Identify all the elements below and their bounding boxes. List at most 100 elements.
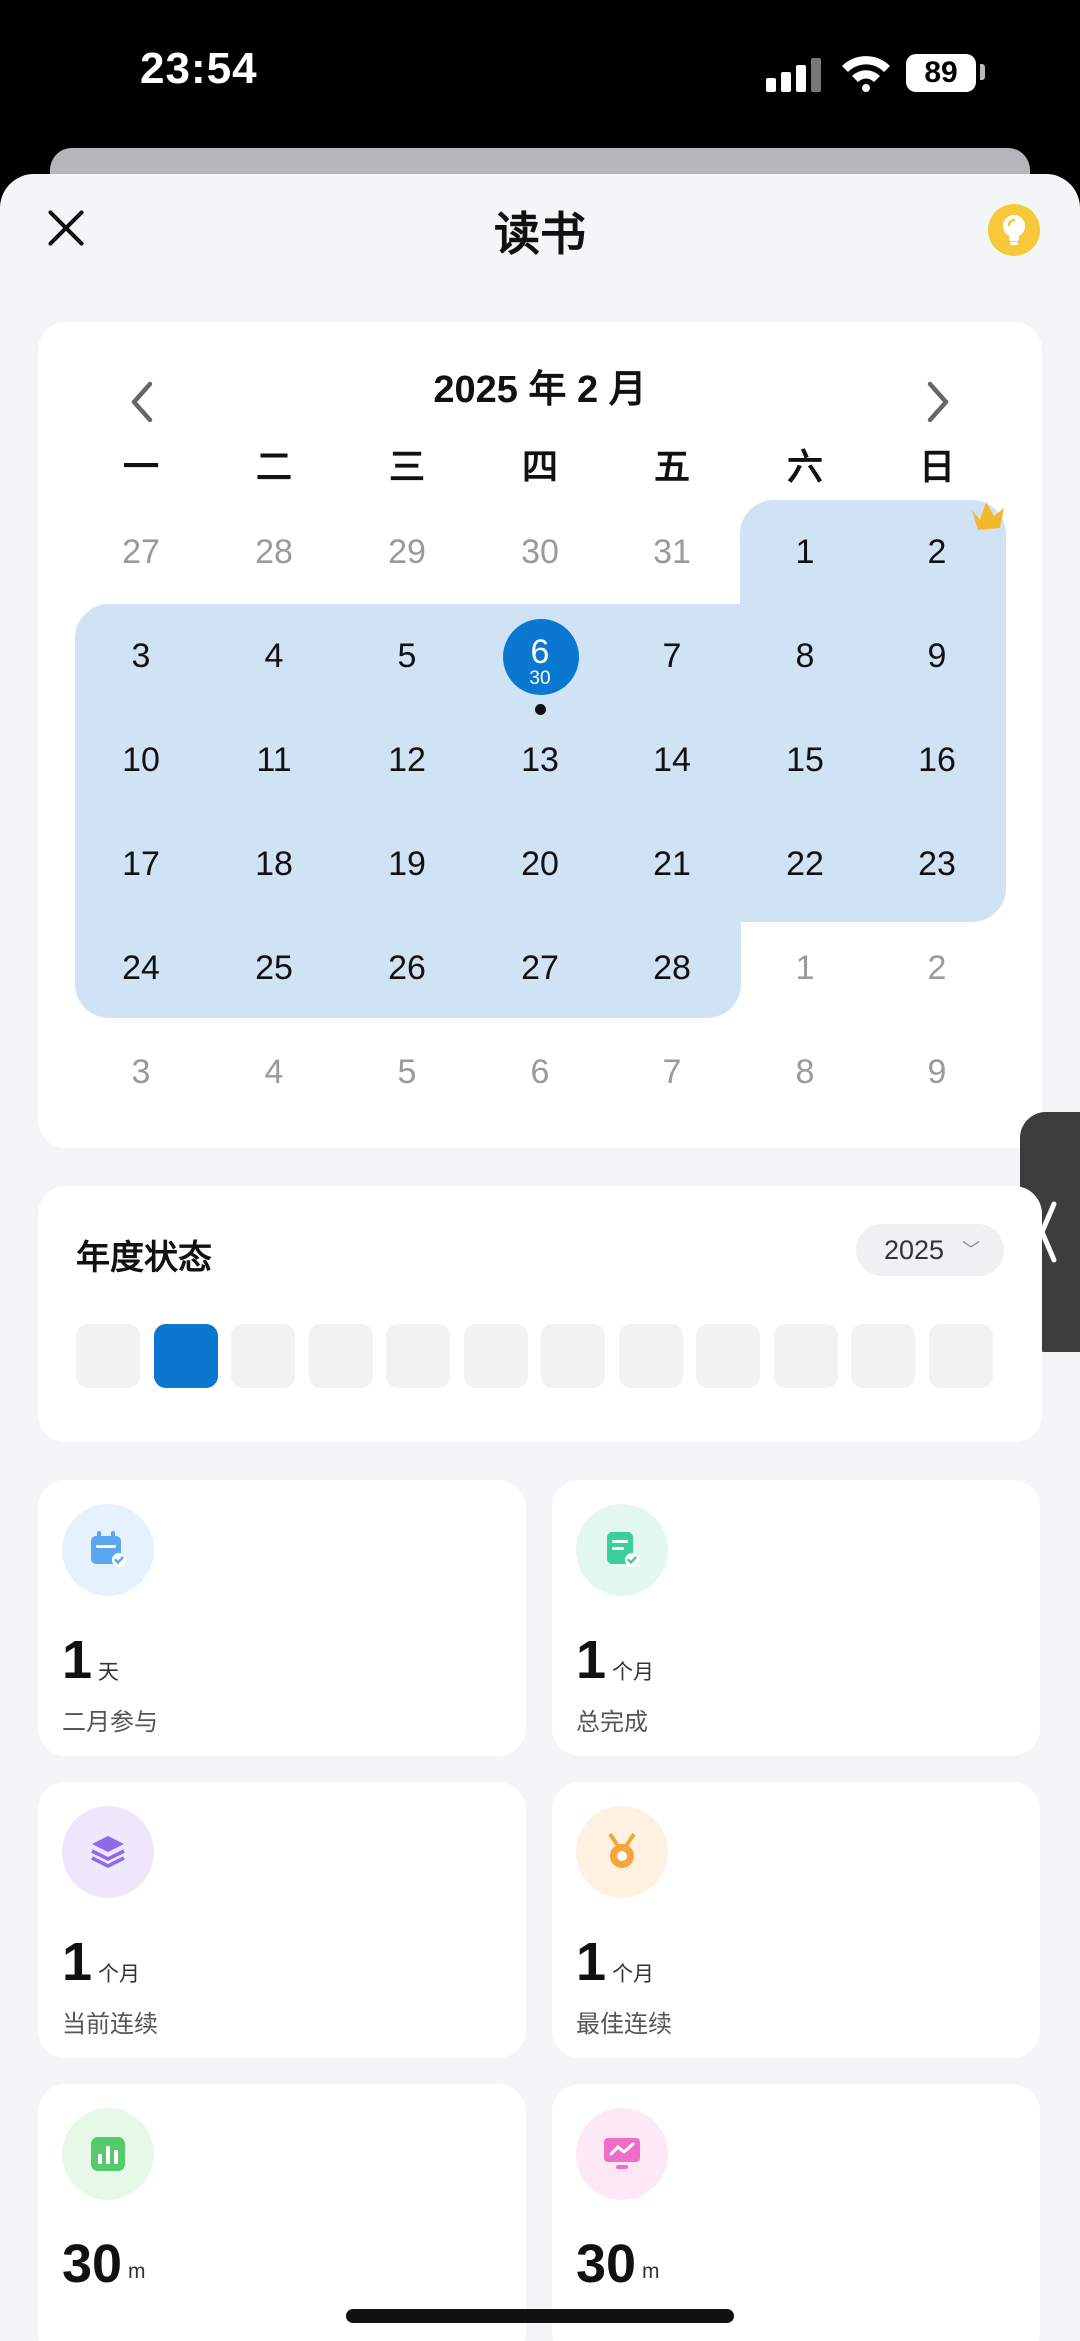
calendar-day[interactable]: 11 (208, 708, 340, 812)
calendar-day[interactable]: 9 (871, 1020, 1003, 1124)
stat-card[interactable]: 1 个月 总完成 (552, 1480, 1040, 1756)
year-dropdown[interactable]: 2025 ﹀ (856, 1224, 1004, 1276)
month-status-cell[interactable] (153, 1324, 218, 1388)
monitor-chart-icon (604, 2138, 640, 2169)
wifi-icon (842, 56, 890, 92)
calendar-day[interactable]: 29 (341, 500, 473, 604)
calendar-day[interactable]: 31 (606, 500, 738, 604)
stat-icon-badge (62, 2108, 154, 2200)
calendar-day[interactable]: 13 (474, 708, 606, 812)
calendar-day[interactable]: 9 (871, 604, 1003, 708)
month-status-cell[interactable] (618, 1324, 683, 1388)
calendar-day[interactable]: 19 (341, 812, 473, 916)
month-status-cell[interactable] (463, 1324, 528, 1388)
chevron-right-icon (927, 381, 949, 423)
calendar-day[interactable]: 6 (474, 604, 606, 708)
calendar-day[interactable]: 6 (474, 1020, 606, 1124)
calendar-day[interactable]: 30 (474, 500, 606, 604)
cellular-signal-icon (766, 58, 822, 92)
stat-card[interactable]: 1 天二月参与 (38, 1480, 526, 1756)
calendar-day[interactable]: 1 (739, 500, 871, 604)
month-status-cell[interactable] (386, 1324, 450, 1388)
weekday-mon: 一 (122, 446, 159, 487)
stat-card[interactable]: 30 m (552, 2084, 1040, 2341)
month-status-cell[interactable] (928, 1324, 993, 1388)
month-status-cell[interactable] (308, 1324, 373, 1388)
next-month-button[interactable] (918, 378, 958, 426)
calendar-day[interactable]: 24 (75, 916, 207, 1020)
calendar-day[interactable]: 8 (739, 1020, 871, 1124)
calendar-day[interactable]: 18 (208, 812, 340, 916)
month-status-cell[interactable] (231, 1324, 295, 1388)
weekday-thu: 四 (521, 446, 558, 487)
calendar-day[interactable]: 28 (208, 500, 340, 604)
calendar-day[interactable]: 20 (474, 812, 606, 916)
stat-value: 30 (576, 2234, 637, 2294)
stat-label: 当前连续 (62, 2011, 158, 2038)
calendar-day[interactable]: 25 (208, 916, 340, 1020)
page-title: 读书 (494, 208, 586, 260)
stat-label: 最佳连续 (576, 2011, 672, 2038)
calendar-day[interactable]: 17 (75, 812, 207, 916)
medal-icon (608, 1832, 636, 1868)
month-status-cell[interactable] (696, 1324, 760, 1388)
bar-chart-icon (91, 2137, 125, 2171)
calendar-day[interactable]: 14 (606, 708, 738, 812)
home-indicator[interactable] (346, 2309, 734, 2323)
calendar-day[interactable]: 5 (341, 1020, 473, 1124)
calendar-day[interactable]: 3 (75, 604, 207, 708)
chevron-down-icon: ﹀ (962, 1240, 980, 1260)
layers-icon (91, 1836, 125, 1868)
calendar-day[interactable]: 28 (606, 916, 738, 1020)
calendar-day[interactable]: 21 (606, 812, 738, 916)
calendar-day[interactable]: 5 (341, 604, 473, 708)
month-status-cell[interactable] (541, 1324, 605, 1388)
stat-value: 1 (576, 1630, 607, 1690)
calendar-check-icon (91, 1531, 126, 1567)
calendar-day[interactable]: 26 (341, 916, 473, 1020)
calendar-day[interactable]: 12 (341, 708, 473, 812)
calendar-day[interactable]: 4 (208, 604, 340, 708)
calendar-day[interactable]: 7 (606, 604, 738, 708)
stat-icon-badge (576, 1504, 668, 1596)
stat-label: 总完成 (576, 1709, 648, 1736)
calendar-month-label: 2025 年 2 月 (433, 369, 647, 411)
calendar-day[interactable]: 16 (871, 708, 1003, 812)
stat-unit: 个月 (98, 1963, 140, 1986)
calendar-day[interactable]: 27 (75, 500, 207, 604)
year-dropdown-value: 2025 (884, 1235, 945, 1265)
calendar-day[interactable]: 23 (871, 812, 1003, 916)
reading-sheet: 读书 2025 年 2 月 一 二 三 四 五 六 日 27 28 29 30 … (0, 174, 1080, 2341)
stat-card[interactable]: 1 个月 最佳连续 (552, 1782, 1040, 2058)
month-status-cell[interactable] (76, 1324, 140, 1388)
calendar-day[interactable]: 15 (739, 708, 871, 812)
battery-indicator: 89 (906, 54, 976, 92)
calendar-day[interactable]: 1 (739, 916, 871, 1020)
lightbulb-button[interactable] (988, 204, 1040, 256)
stat-card[interactable]: 30 m (38, 2084, 526, 2341)
stat-value: 1 (62, 1932, 93, 1992)
calendar-day[interactable]: 22 (739, 812, 871, 916)
month-status-cell[interactable] (851, 1324, 915, 1388)
weekday-sat: 六 (786, 446, 823, 487)
calendar-day[interactable]: 4 (208, 1020, 340, 1124)
stat-icon-badge (576, 1806, 668, 1898)
calendar-day[interactable]: 7 (606, 1020, 738, 1124)
stat-value: 1 (62, 1630, 93, 1690)
stat-label: 二月参与 (62, 1709, 158, 1736)
month-status-cell[interactable] (773, 1324, 838, 1388)
stat-card[interactable]: 1 个月当前连续 (38, 1782, 526, 2058)
stat-icon-badge (62, 1504, 154, 1596)
calendar-day[interactable]: 3 (75, 1020, 207, 1124)
lightbulb-icon (1003, 215, 1025, 245)
calendar-day[interactable]: 27 (474, 916, 606, 1020)
annual-status-card: 年度状态 2025 ﹀ (38, 1186, 1042, 1442)
calendar-day[interactable]: 10 (75, 708, 207, 812)
stat-value: 1 (576, 1932, 607, 1992)
weekday-fri: 五 (653, 446, 690, 487)
calendar-day[interactable]: 8 (739, 604, 871, 708)
calendar-day[interactable]: 2 (871, 500, 1003, 604)
weekday-wed: 三 (388, 446, 425, 487)
weekday-sun: 日 (918, 446, 955, 487)
calendar-day[interactable]: 2 (871, 916, 1003, 1020)
